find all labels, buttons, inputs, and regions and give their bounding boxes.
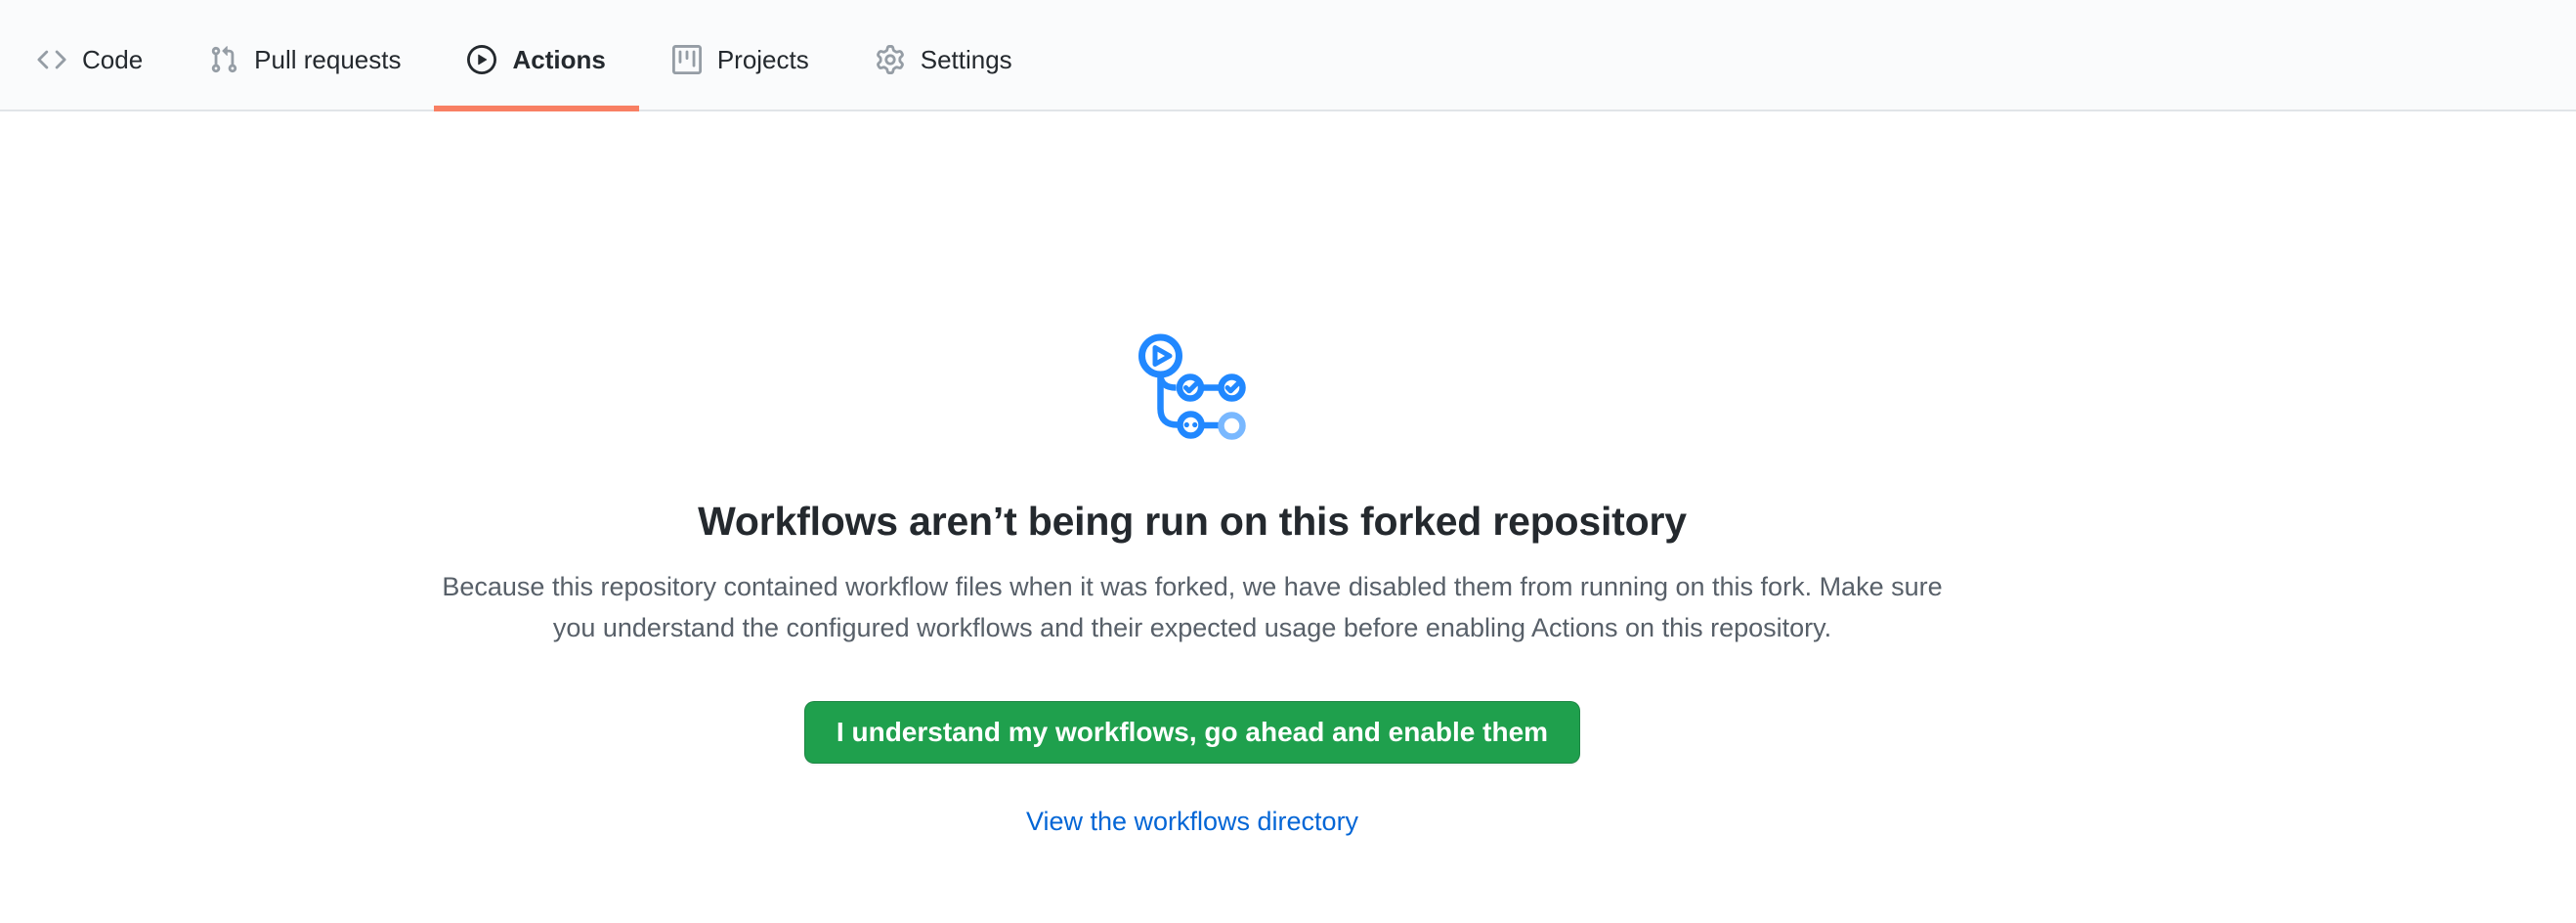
tab-label: Projects: [717, 47, 809, 72]
page-title: Workflows aren’t being run on this forke…: [0, 499, 2384, 545]
tab-settings[interactable]: Settings: [842, 0, 1046, 110]
project-icon: [672, 45, 702, 74]
tab-label: Pull requests: [254, 47, 401, 72]
repo-nav: Code Pull requests Actions Projects Sett…: [0, 0, 2576, 111]
tab-projects[interactable]: Projects: [639, 0, 842, 110]
button-row: I understand my workflows, go ahead and …: [0, 648, 2384, 764]
gear-icon: [876, 45, 905, 74]
tab-code[interactable]: Code: [4, 0, 176, 110]
workflow-graph-icon: [1134, 330, 1251, 448]
tab-label: Actions: [512, 47, 605, 72]
link-row: View the workflows directory: [0, 807, 2384, 837]
tab-label: Settings: [921, 47, 1012, 72]
tab-pull-requests[interactable]: Pull requests: [176, 0, 434, 110]
actions-empty-state: Workflows aren’t being run on this forke…: [0, 330, 2384, 837]
enable-workflows-button[interactable]: I understand my workflows, go ahead and …: [804, 701, 1580, 764]
git-pull-request-icon: [209, 45, 238, 74]
description-text: Because this repository contained workfl…: [420, 566, 1964, 648]
code-icon: [37, 45, 66, 74]
workflows-directory-link[interactable]: View the workflows directory: [1026, 807, 1358, 836]
tab-actions[interactable]: Actions: [434, 0, 638, 110]
tab-label: Code: [82, 47, 143, 72]
play-icon: [467, 45, 496, 74]
